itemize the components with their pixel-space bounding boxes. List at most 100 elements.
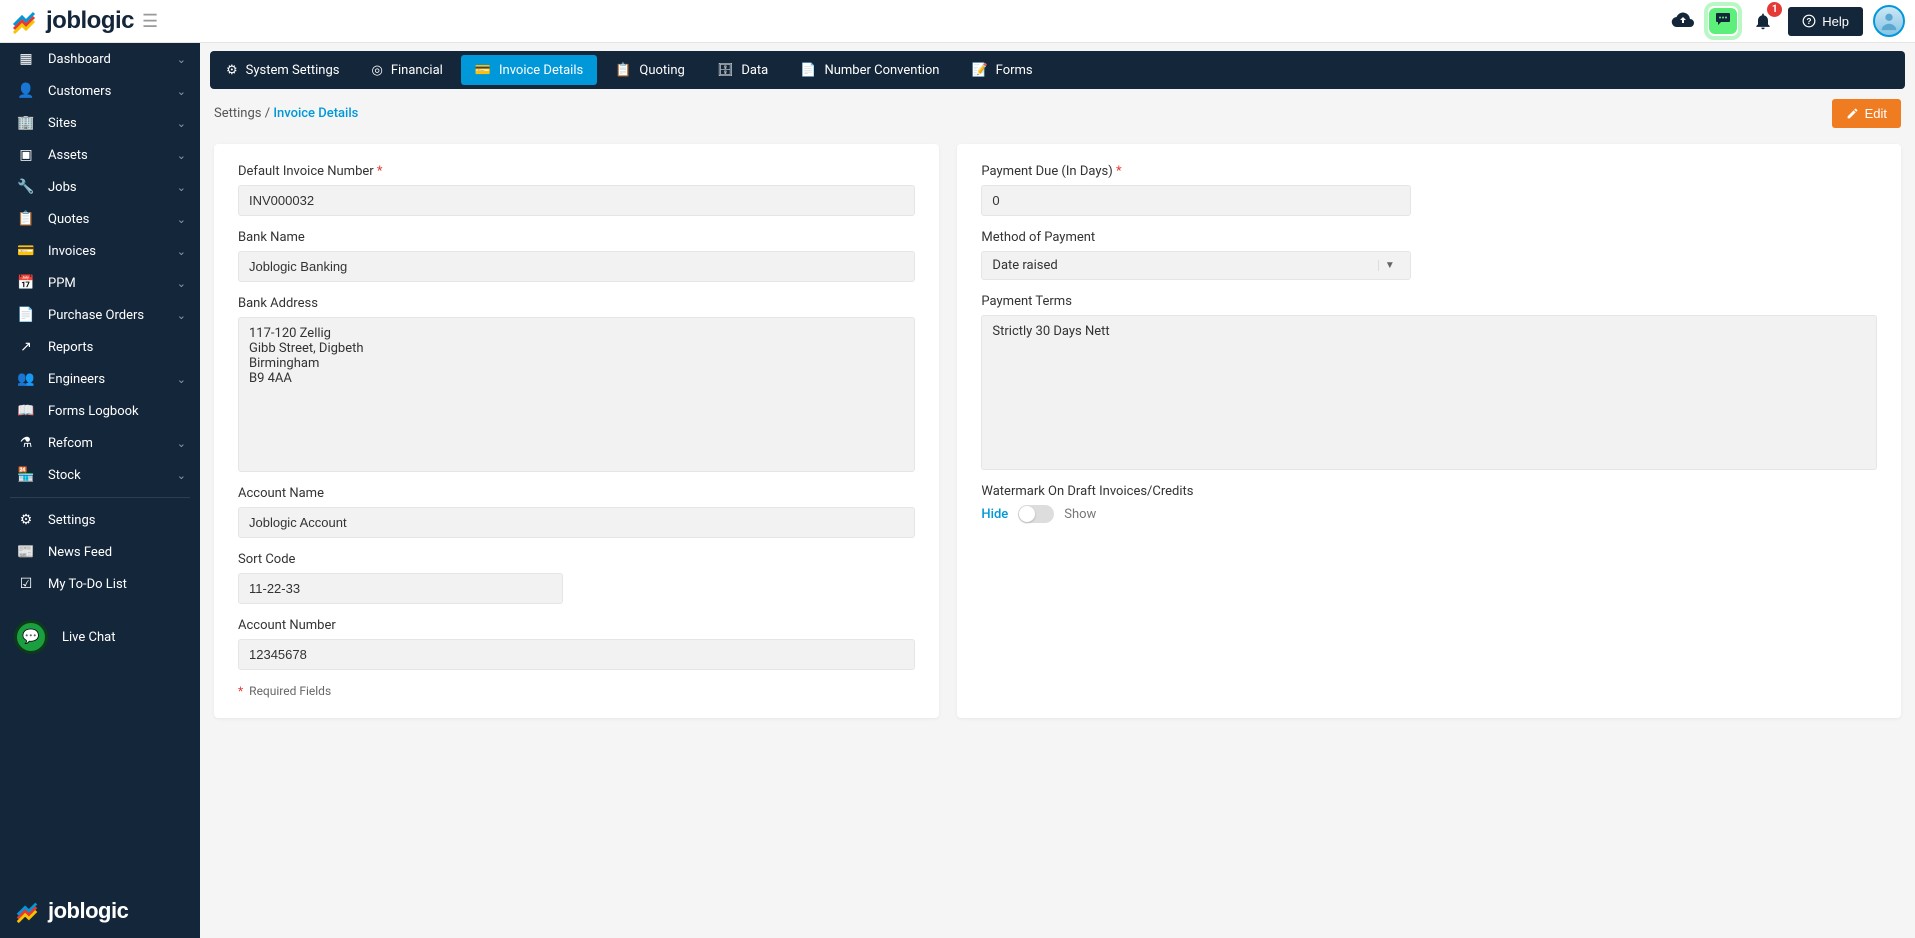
toggle-hide-label: Hide xyxy=(981,507,1008,522)
avatar[interactable] xyxy=(1873,5,1905,37)
main-content: ⚙System Settings ◎ Financial 💳Invoice Det… xyxy=(200,43,1915,938)
default-invoice-number-input[interactable] xyxy=(238,185,915,216)
check-icon: ☑ xyxy=(14,576,38,592)
select-value: Date raised xyxy=(992,258,1057,273)
sidebar-item-stock[interactable]: 🏪Stock⌄ xyxy=(0,459,200,491)
watermark-toggle[interactable] xyxy=(1018,505,1054,523)
tab-invoice-details[interactable]: 💳Invoice Details xyxy=(461,55,597,85)
tab-label: Financial xyxy=(391,63,443,78)
coin-icon: ◎ xyxy=(371,63,382,78)
panel-invoice-right: Payment Due (In Days) * Method of Paymen… xyxy=(957,144,1901,718)
clipboard-icon: 📋 xyxy=(14,211,38,227)
logo-area: joblogic ☰ xyxy=(10,6,210,36)
toggle-knob xyxy=(1019,506,1035,522)
sidebar-item-assets[interactable]: ▣Assets⌄ xyxy=(0,139,200,171)
gear-icon: ⚙ xyxy=(226,63,238,78)
edit-button[interactable]: Edit xyxy=(1832,99,1901,128)
sidebar-item-jobs[interactable]: 🔧Jobs⌄ xyxy=(0,171,200,203)
breadcrumb-row: Settings / Invoice Details Edit xyxy=(200,89,1915,134)
sidebar-item-purchase-orders[interactable]: 📄Purchase Orders⌄ xyxy=(0,299,200,331)
required-note: *Required Fields xyxy=(238,684,915,698)
field-label: Bank Name xyxy=(238,230,915,245)
sidebar-item-quotes[interactable]: 📋Quotes⌄ xyxy=(0,203,200,235)
sidebar-item-forms-logbook[interactable]: 📖 Forms Logbook xyxy=(0,395,200,427)
book-icon: 📖 xyxy=(14,403,38,419)
field-watermark: Watermark On Draft Invoices/Credits Hide… xyxy=(981,484,1877,523)
sidebar-label: My To-Do List xyxy=(48,577,186,592)
field-method-of-payment: Method of Payment Date raised ▼ xyxy=(981,230,1877,280)
tab-system-settings[interactable]: ⚙System Settings xyxy=(212,55,353,85)
account-number-input[interactable] xyxy=(238,639,915,670)
tab-forms[interactable]: 📝Forms xyxy=(957,55,1046,85)
chevron-down-icon: ⌄ xyxy=(177,149,186,162)
chevron-down-icon: ⌄ xyxy=(177,469,186,482)
chevron-down-icon: ⌄ xyxy=(177,181,186,194)
sidebar-label: Sites xyxy=(48,116,177,131)
sidebar-item-engineers[interactable]: 👥Engineers⌄ xyxy=(0,363,200,395)
sidebar-item-reports[interactable]: ↗Reports xyxy=(0,331,200,363)
sidebar-item-news-feed[interactable]: 📰News Feed xyxy=(0,536,200,568)
required-text: Required Fields xyxy=(249,684,331,698)
method-of-payment-select[interactable]: Date raised ▼ xyxy=(981,251,1411,280)
live-chat-label: Live Chat xyxy=(62,630,115,645)
field-payment-terms: Payment Terms Strictly 30 Days Nett xyxy=(981,294,1877,470)
people-icon: 👥 xyxy=(14,371,38,387)
sidebar-item-settings[interactable]: ⚙Settings xyxy=(0,504,200,536)
document-icon: 📄 xyxy=(14,307,38,323)
sidebar-footer: joblogic xyxy=(0,884,200,938)
sidebar-item-ppm[interactable]: 📅PPM⌄ xyxy=(0,267,200,299)
breadcrumb-current: Invoice Details xyxy=(273,106,358,121)
sidebar-label: PPM xyxy=(48,276,177,291)
bank-address-textarea[interactable]: 117-120 Zellig Gibb Street, Digbeth Birm… xyxy=(238,317,915,472)
chevron-down-icon: ⌄ xyxy=(177,437,186,450)
help-button[interactable]: ? Help xyxy=(1788,7,1863,36)
sidebar-item-invoices[interactable]: 💳Invoices⌄ xyxy=(0,235,200,267)
tab-label: Invoice Details xyxy=(499,63,583,78)
menu-toggle-icon[interactable]: ☰ xyxy=(142,11,158,32)
sidebar-item-todo[interactable]: ☑ My To-Do List xyxy=(0,568,200,600)
sidebar-label: Refcom xyxy=(48,436,177,451)
required-asterisk: * xyxy=(377,164,383,179)
sidebar-label: Invoices xyxy=(48,244,177,259)
chat-icon[interactable] xyxy=(1708,6,1738,36)
sidebar-label: Purchase Orders xyxy=(48,308,177,323)
bank-name-input[interactable] xyxy=(238,251,915,282)
building-icon: 🏢 xyxy=(14,115,38,131)
toggle-show-label: Show xyxy=(1064,507,1096,522)
chevron-down-icon: ⌄ xyxy=(177,373,186,386)
top-header: joblogic ☰ 1 ? Help xyxy=(0,0,1915,43)
sidebar-item-refcom[interactable]: ⚗Refcom⌄ xyxy=(0,427,200,459)
sidebar-label: Forms Logbook xyxy=(48,404,186,419)
notif-badge: 1 xyxy=(1767,2,1782,17)
field-default-invoice-number: Default Invoice Number * xyxy=(238,164,915,216)
live-chat-row[interactable]: 💬 Live Chat xyxy=(0,610,200,664)
person-icon: 👤 xyxy=(14,83,38,99)
chat-circle-icon: 💬 xyxy=(14,620,48,654)
tab-financial[interactable]: ◎ Financial xyxy=(357,55,456,85)
account-name-input[interactable] xyxy=(238,507,915,538)
sidebar-item-dashboard[interactable]: ▦Dashboard⌄ xyxy=(0,43,200,75)
tab-number-convention[interactable]: 📄Number Convention xyxy=(786,55,953,85)
field-sort-code: Sort Code xyxy=(238,552,915,604)
sidebar-item-customers[interactable]: 👤Customers⌄ xyxy=(0,75,200,107)
tab-data[interactable]: 🗄Data xyxy=(703,55,782,85)
field-bank-name: Bank Name xyxy=(238,230,915,282)
field-label: Account Number xyxy=(238,618,915,633)
sync-icon[interactable] xyxy=(1668,6,1698,36)
svg-text:?: ? xyxy=(1807,17,1812,26)
breadcrumb-root[interactable]: Settings xyxy=(214,106,261,121)
tab-quoting[interactable]: 📋Quoting xyxy=(601,55,699,85)
sort-code-input[interactable] xyxy=(238,573,563,604)
panel-invoice-left: Default Invoice Number * Bank Name Bank … xyxy=(214,144,939,718)
field-label: Bank Address xyxy=(238,296,915,311)
payment-due-input[interactable] xyxy=(981,185,1411,216)
payment-terms-textarea[interactable]: Strictly 30 Days Nett xyxy=(981,315,1877,470)
field-bank-address: Bank Address 117-120 Zellig Gibb Street,… xyxy=(238,296,915,472)
notifications-icon[interactable]: 1 xyxy=(1748,6,1778,36)
sidebar-item-sites[interactable]: 🏢Sites⌄ xyxy=(0,107,200,139)
chevron-down-icon: ⌄ xyxy=(177,213,186,226)
field-label: Payment Terms xyxy=(981,294,1877,309)
tab-label: Data xyxy=(741,63,768,78)
clipboard-icon: 📋 xyxy=(615,63,631,78)
pencil-icon xyxy=(1846,107,1859,120)
